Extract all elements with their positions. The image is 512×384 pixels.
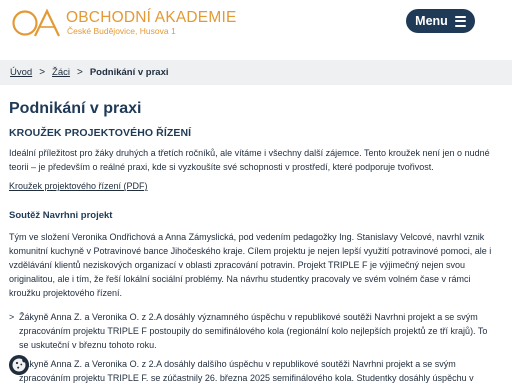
breadcrumb-current: Podnikání v praxi	[89, 67, 169, 78]
competition-heading: Soutěž Navrhni projekt	[9, 210, 113, 221]
logo-text: OBCHODNÍ AKADEMIE České Budějovice, Huso…	[66, 8, 237, 37]
intro-paragraph: Ideální příležitost pro žáky druhých a t…	[9, 148, 490, 172]
breadcrumb: Úvod > Žáci > Podnikání v praxi	[0, 60, 512, 85]
competition-paragraph: Tým ve složení Veronika Ondřichová a Ann…	[9, 232, 492, 298]
achievements-list: > Žákyně Anna Z. a Veronika O. z 2.A dos…	[9, 310, 499, 384]
cookie-icon	[12, 357, 27, 372]
school-address: České Budějovice, Husova 1	[67, 25, 176, 36]
main-content: Podnikání v praxi KROUŽEK PROJEKTOVÉHO Ř…	[9, 99, 499, 384]
pdf-download-link[interactable]: Kroužek projektového řízení (PDF)	[9, 180, 148, 193]
section-heading: KROUŽEK PROJEKTOVÉHO ŘÍZENÍ	[9, 127, 192, 139]
breadcrumb-separator: >	[76, 67, 83, 78]
menu-button[interactable]: Menu	[406, 9, 475, 33]
oa-logo-icon	[12, 8, 60, 37]
list-item-text: Žákyně Anna Z. a Veronika O. z 2.A dosáh…	[19, 359, 474, 383]
list-item: > Žákyně Anna Z. a Veronika O. z 2.A dos…	[9, 310, 499, 352]
menu-label: Menu	[415, 14, 448, 28]
page-title: Podnikání v praxi	[9, 100, 142, 117]
chevron-right-icon: >	[9, 312, 15, 322]
site-logo[interactable]: OBCHODNÍ AKADEMIE České Budějovice, Huso…	[11, 7, 237, 39]
site-header: OBCHODNÍ AKADEMIE České Budějovice, Huso…	[0, 0, 512, 46]
list-item-text: Žákyně Anna Z. a Veronika O. z 2.A dosáh…	[19, 312, 488, 350]
cookie-settings-button[interactable]	[9, 355, 29, 375]
list-item: > Žákyně Anna Z. a Veronika O. z 2.A dos…	[9, 357, 499, 384]
school-name: OBCHODNÍ AKADEMIE	[66, 8, 237, 26]
breadcrumb-students-link[interactable]: Žáci	[52, 67, 70, 78]
breadcrumb-separator: >	[39, 67, 46, 78]
breadcrumb-home-link[interactable]: Úvod	[10, 67, 32, 78]
hamburger-icon	[454, 15, 466, 27]
